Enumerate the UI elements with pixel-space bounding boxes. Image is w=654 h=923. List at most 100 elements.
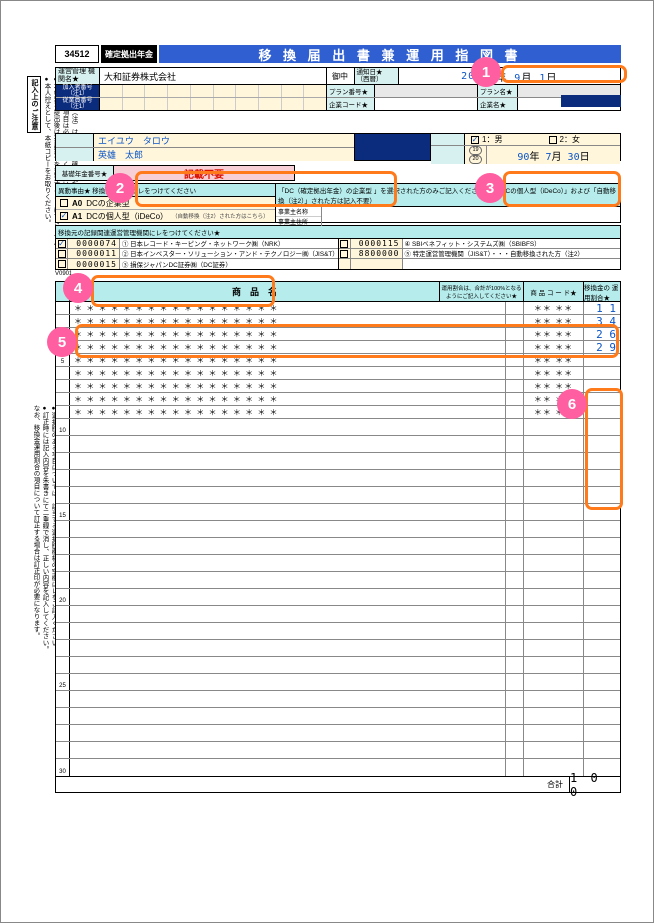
sex-female-check[interactable] [549, 136, 557, 144]
alloc-product-name[interactable] [70, 708, 506, 724]
alloc-percentage[interactable]: 2 9 [584, 341, 620, 353]
alloc-row-empty[interactable] [56, 725, 620, 742]
alloc-percentage[interactable] [584, 406, 620, 418]
alloc-product-name[interactable]: ＊ ＊ ＊ ＊ ＊ ＊ ＊ ＊ ＊ ＊ ＊ ＊ ＊ ＊ ＊ ＊ ＊ [70, 315, 506, 327]
alloc-product-code[interactable]: ＊＊ ＊＊ [524, 367, 584, 379]
alloc-percentage[interactable] [584, 354, 620, 366]
alloc-row-empty[interactable] [56, 708, 620, 725]
alloc-product-name[interactable]: ＊ ＊ ＊ ＊ ＊ ＊ ＊ ＊ ＊ ＊ ＊ ＊ ＊ ＊ ＊ ＊ ＊ [70, 341, 506, 353]
alloc-product-name[interactable]: ＊ ＊ ＊ ＊ ＊ ＊ ＊ ＊ ＊ ＊ ＊ ＊ ＊ ＊ ＊ ＊ ＊ [70, 328, 506, 340]
alloc-row-empty[interactable] [56, 742, 620, 759]
alloc-product-code[interactable]: ＊＊ ＊＊ [524, 315, 584, 327]
alloc-product-code[interactable] [524, 657, 584, 673]
alloc-row-empty[interactable] [56, 657, 620, 674]
date-value[interactable]: 20 21 9 1 [399, 68, 621, 84]
alloc-product-name[interactable] [70, 419, 506, 435]
alloc-percentage[interactable] [584, 436, 620, 452]
alloc-row[interactable]: ＊ ＊ ＊ ＊ ＊ ＊ ＊ ＊ ＊ ＊ ＊ ＊ ＊ ＊ ＊ ＊ ＊＊＊ ＊＊ [56, 406, 620, 419]
alloc-product-name[interactable] [70, 623, 506, 639]
alloc-row-empty[interactable] [56, 470, 620, 487]
alloc-percentage[interactable] [584, 453, 620, 469]
rk-check-6[interactable] [339, 259, 351, 269]
alloc-row[interactable]: ＊ ＊ ＊ ＊ ＊ ＊ ＊ ＊ ＊ ＊ ＊ ＊ ＊ ＊ ＊ ＊ ＊ ＊＊ ＊＊2 … [56, 341, 620, 354]
alloc-product-code[interactable] [524, 538, 584, 554]
alloc-product-code[interactable] [524, 691, 584, 707]
alloc-percentage[interactable] [584, 623, 620, 639]
alloc-product-code[interactable] [524, 521, 584, 537]
alloc-product-name[interactable]: ＊ ＊ ＊ ＊ ＊ ＊ ＊ ＊ ＊ ＊ ＊ ＊ ＊ ＊ ＊ ＊ ＊ [70, 380, 506, 392]
transfer-option-a0[interactable]: A0 DCの企業型 [56, 197, 275, 210]
alloc-product-name[interactable] [70, 759, 506, 776]
alloc-product-code[interactable] [524, 504, 584, 520]
transfer-a1-check[interactable]: ✓ [60, 212, 68, 220]
alloc-row[interactable]: ＊ ＊ ＊ ＊ ＊ ＊ ＊ ＊ ＊ ＊ ＊ ＊ ＊ ＊ ＊ ＊ ＊＊＊ ＊＊ [56, 380, 620, 393]
alloc-product-code[interactable] [524, 589, 584, 605]
alloc-percentage[interactable] [584, 555, 620, 571]
rk-check-4[interactable] [339, 239, 351, 248]
alloc-percentage[interactable] [584, 640, 620, 656]
alloc-row-empty[interactable] [56, 606, 620, 623]
alloc-product-name[interactable] [70, 725, 506, 741]
alloc-row-empty[interactable] [56, 572, 620, 589]
alloc-row-empty[interactable] [56, 436, 620, 453]
alloc-product-code[interactable] [524, 606, 584, 622]
alloc-product-name[interactable] [70, 470, 506, 486]
alloc-product-name[interactable] [70, 640, 506, 656]
alloc-product-code[interactable] [524, 487, 584, 503]
alloc-row-empty[interactable] [56, 691, 620, 708]
sex-female-option[interactable]: 2：女 [543, 134, 621, 145]
alloc-percentage[interactable] [584, 725, 620, 741]
alloc-product-name[interactable] [70, 606, 506, 622]
alloc-percentage[interactable] [584, 367, 620, 379]
rk-row-3[interactable]: 0000015 ③ 損保ジャパンDC証券㈱（DC証券） [56, 259, 338, 269]
alloc-product-name[interactable]: ＊ ＊ ＊ ＊ ＊ ＊ ＊ ＊ ＊ ＊ ＊ ＊ ＊ ＊ ＊ ＊ ＊ [70, 354, 506, 366]
employee-number-field[interactable] [100, 98, 326, 110]
transfer-corp-value[interactable] [322, 207, 620, 226]
alloc-product-code[interactable] [524, 725, 584, 741]
alloc-product-code[interactable]: ＊＊ ＊＊ [524, 302, 584, 314]
alloc-row-empty[interactable]: 25 [56, 674, 620, 691]
alloc-row[interactable]: ＊ ＊ ＊ ＊ ＊ ＊ ＊ ＊ ＊ ＊ ＊ ＊ ＊ ＊ ＊ ＊ ＊＊＊ ＊＊2 … [56, 328, 620, 341]
alloc-percentage[interactable] [584, 674, 620, 690]
rk-check-2[interactable] [56, 249, 68, 258]
alloc-product-name[interactable] [70, 589, 506, 605]
name-kana[interactable]: エイユウ タロウ [94, 134, 354, 147]
alloc-product-name[interactable] [70, 657, 506, 673]
alloc-product-name[interactable] [70, 538, 506, 554]
alloc-percentage[interactable] [584, 380, 620, 392]
alloc-row-empty[interactable] [56, 623, 620, 640]
alloc-product-name[interactable] [70, 504, 506, 520]
sex-male-option[interactable]: ✓ 1：男 [465, 134, 543, 145]
alloc-percentage[interactable]: 1 1 [584, 302, 620, 314]
alloc-product-name[interactable]: ＊ ＊ ＊ ＊ ＊ ＊ ＊ ＊ ＊ ＊ ＊ ＊ ＊ ＊ ＊ ＊ ＊ [70, 393, 506, 405]
rk-row-1[interactable]: ✓ 0000074 ① 日本レコード・キーピング・ネットワーク㈱（NRK） [56, 239, 338, 249]
alloc-product-name[interactable] [70, 674, 506, 690]
alloc-row-empty[interactable] [56, 453, 620, 470]
alloc-percentage[interactable]: 3 4 [584, 315, 620, 327]
alloc-product-name[interactable]: ＊ ＊ ＊ ＊ ＊ ＊ ＊ ＊ ＊ ＊ ＊ ＊ ＊ ＊ ＊ ＊ ＊ [70, 367, 506, 379]
era-selector[interactable]: 19 20 [465, 146, 487, 164]
alloc-product-code[interactable] [524, 555, 584, 571]
alloc-product-code[interactable] [524, 572, 584, 588]
alloc-product-name[interactable] [70, 572, 506, 588]
alloc-percentage[interactable] [584, 708, 620, 724]
alloc-row-empty[interactable] [56, 538, 620, 555]
transfer-a0-check[interactable] [60, 199, 68, 207]
alloc-percentage[interactable] [584, 538, 620, 554]
alloc-product-code[interactable] [524, 470, 584, 486]
alloc-product-code[interactable] [524, 623, 584, 639]
alloc-product-name[interactable] [70, 742, 506, 758]
alloc-product-code[interactable]: ＊＊ ＊＊ [524, 341, 584, 353]
alloc-product-code[interactable] [524, 453, 584, 469]
alloc-product-name[interactable]: ＊ ＊ ＊ ＊ ＊ ＊ ＊ ＊ ＊ ＊ ＊ ＊ ＊ ＊ ＊ ＊ ＊ [70, 406, 506, 418]
alloc-percentage[interactable] [584, 521, 620, 537]
alloc-percentage[interactable] [584, 742, 620, 758]
era-20[interactable]: 20 [469, 155, 481, 164]
name-kanji[interactable]: 英雄 太郎 [94, 148, 354, 161]
alloc-percentage[interactable] [584, 504, 620, 520]
alloc-percentage[interactable] [584, 419, 620, 435]
rk-row-4[interactable]: 0000115 ④ SBIベネフィット・システムズ㈱（SBIBFS） [339, 239, 621, 249]
alloc-product-code[interactable] [524, 436, 584, 452]
alloc-percentage[interactable] [584, 487, 620, 503]
subscriber-number-field[interactable] [100, 85, 326, 97]
